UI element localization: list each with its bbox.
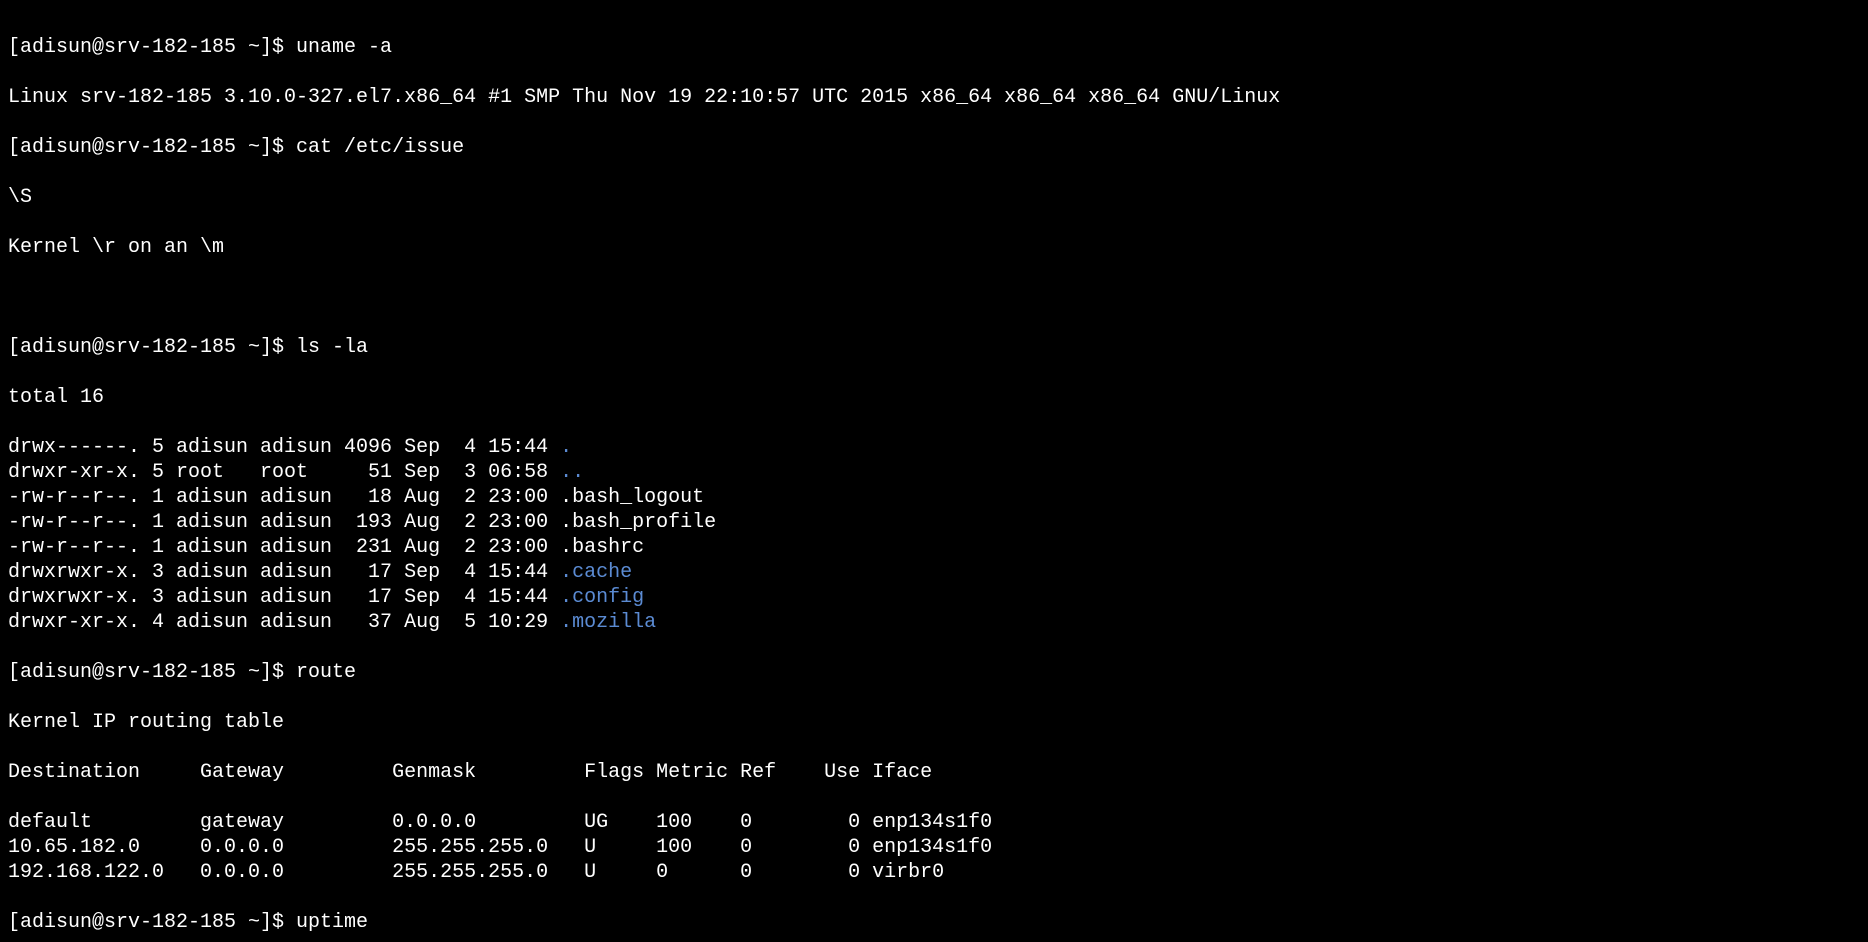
shell-prompt: [adisun@srv-182-185 ~]$ <box>8 661 296 684</box>
output-lsla-row: drwxrwxr-x. 3 adisun adisun 17 Sep 4 15:… <box>8 560 1860 585</box>
output-blank <box>8 285 1860 310</box>
output-issue-1: \S <box>8 185 1860 210</box>
output-lsla-row: drwxrwxr-x. 3 adisun adisun 17 Sep 4 15:… <box>8 585 1860 610</box>
file-attrs: drwxrwxr-x. 3 adisun adisun 17 Sep 4 15:… <box>8 561 560 584</box>
file-attrs: drwxr-xr-x. 5 root root 51 Sep 3 06:58 <box>8 461 560 484</box>
cmd-line-uptime: [adisun@srv-182-185 ~]$ uptime <box>8 910 1860 935</box>
output-lsla-row: drwxr-xr-x. 5 root root 51 Sep 3 06:58 .… <box>8 460 1860 485</box>
shell-prompt: [adisun@srv-182-185 ~]$ <box>8 911 296 934</box>
command-text: route <box>296 661 356 684</box>
shell-prompt: [adisun@srv-182-185 ~]$ <box>8 136 296 159</box>
output-lsla-row: -rw-r--r--. 1 adisun adisun 193 Aug 2 23… <box>8 510 1860 535</box>
cmd-line-uname: [adisun@srv-182-185 ~]$ uname -a <box>8 35 1860 60</box>
output-route-row: 10.65.182.0 0.0.0.0 255.255.255.0 U 100 … <box>8 835 1860 860</box>
file-name: .bash_profile <box>560 511 716 534</box>
command-text: ls -la <box>296 336 368 359</box>
shell-prompt: [adisun@srv-182-185 ~]$ <box>8 336 296 359</box>
output-uname: Linux srv-182-185 3.10.0-327.el7.x86_64 … <box>8 85 1860 110</box>
file-attrs: -rw-r--r--. 1 adisun adisun 18 Aug 2 23:… <box>8 486 560 509</box>
file-attrs: -rw-r--r--. 1 adisun adisun 231 Aug 2 23… <box>8 536 560 559</box>
terminal-output[interactable]: [adisun@srv-182-185 ~]$ uname -a Linux s… <box>0 0 1868 942</box>
file-name: .config <box>560 586 644 609</box>
shell-prompt: [adisun@srv-182-185 ~]$ <box>8 36 296 59</box>
output-lsla-row: -rw-r--r--. 1 adisun adisun 18 Aug 2 23:… <box>8 485 1860 510</box>
output-lsla-row: drwx------. 5 adisun adisun 4096 Sep 4 1… <box>8 435 1860 460</box>
file-attrs: drwx------. 5 adisun adisun 4096 Sep 4 1… <box>8 436 560 459</box>
cmd-line-lsla: [adisun@srv-182-185 ~]$ ls -la <box>8 335 1860 360</box>
output-route-title: Kernel IP routing table <box>8 710 1860 735</box>
output-route-row: default gateway 0.0.0.0 UG 100 0 0 enp13… <box>8 810 1860 835</box>
output-lsla-total: total 16 <box>8 385 1860 410</box>
file-attrs: drwxrwxr-x. 3 adisun adisun 17 Sep 4 15:… <box>8 586 560 609</box>
output-route-header: Destination Gateway Genmask Flags Metric… <box>8 760 1860 785</box>
output-lsla-row: -rw-r--r--. 1 adisun adisun 231 Aug 2 23… <box>8 535 1860 560</box>
command-text: uname -a <box>296 36 392 59</box>
output-lsla-row: drwxr-xr-x. 4 adisun adisun 37 Aug 5 10:… <box>8 610 1860 635</box>
file-name: .bashrc <box>560 536 644 559</box>
file-name: .. <box>560 461 584 484</box>
file-name: .cache <box>560 561 632 584</box>
cmd-line-cat-issue: [adisun@srv-182-185 ~]$ cat /etc/issue <box>8 135 1860 160</box>
file-attrs: -rw-r--r--. 1 adisun adisun 193 Aug 2 23… <box>8 511 560 534</box>
command-text: cat /etc/issue <box>296 136 464 159</box>
file-name: . <box>560 436 572 459</box>
file-name: .mozilla <box>560 611 656 634</box>
output-issue-2: Kernel \r on an \m <box>8 235 1860 260</box>
command-text: uptime <box>296 911 368 934</box>
cmd-line-route: [adisun@srv-182-185 ~]$ route <box>8 660 1860 685</box>
file-name: .bash_logout <box>560 486 704 509</box>
output-route-row: 192.168.122.0 0.0.0.0 255.255.255.0 U 0 … <box>8 860 1860 885</box>
file-attrs: drwxr-xr-x. 4 adisun adisun 37 Aug 5 10:… <box>8 611 560 634</box>
